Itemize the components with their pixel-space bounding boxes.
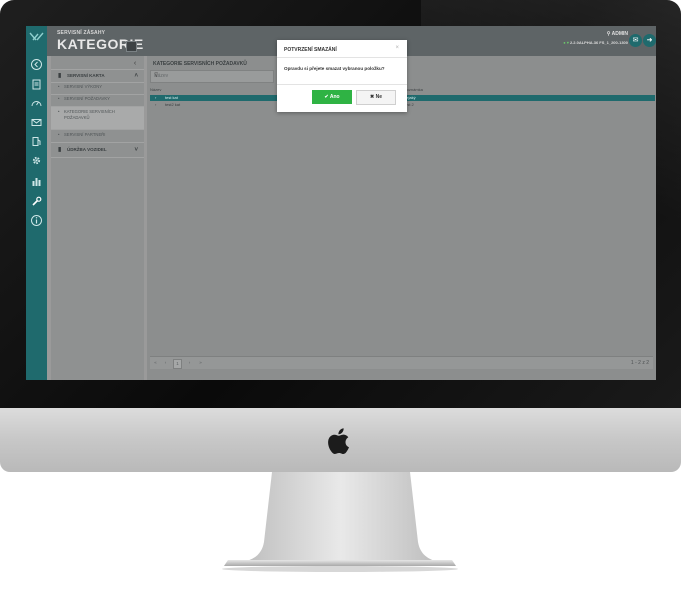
confirm-delete-dialog: POTVRZENÍ SMAZÁNÍ × Opravdu si přejete s… xyxy=(277,40,407,112)
page-icon xyxy=(126,41,137,52)
icon-rail xyxy=(26,26,47,380)
wrench-icon[interactable] xyxy=(30,195,43,208)
divider xyxy=(277,57,407,58)
sidebar-item-servisni-partneri[interactable]: • SERVISNÍ PARTNEŘI xyxy=(51,132,144,141)
row-marker: › xyxy=(155,95,157,100)
back-icon[interactable] xyxy=(30,58,43,71)
pager: « ‹ 1 › » 1 - 2 z 2 xyxy=(150,356,653,369)
divider xyxy=(277,84,407,85)
divider xyxy=(51,94,144,95)
apple-logo-icon xyxy=(328,428,349,455)
next-page-icon[interactable]: › xyxy=(186,359,193,367)
cell-name: test2 kat xyxy=(165,102,181,107)
document-icon[interactable] xyxy=(30,78,43,91)
user-name[interactable]: ⚲ ADMIN xyxy=(607,31,628,37)
name-filter-input[interactable]: Název ⊽ xyxy=(150,70,274,83)
info-icon[interactable] xyxy=(30,214,43,227)
sidebar-item-servisni-vykony[interactable]: • SERVISNÍ VÝKONY xyxy=(51,84,144,93)
column-header-name[interactable]: Název xyxy=(150,87,161,92)
filter-icon[interactable]: ⊽ xyxy=(154,72,270,79)
chevron-down-icon: ˅ xyxy=(134,147,138,153)
bullet: • xyxy=(58,96,60,101)
bullet: • xyxy=(58,109,60,114)
logout-icon[interactable]: ➜ xyxy=(643,34,656,47)
close-icon[interactable]: × xyxy=(395,45,399,51)
dialog-title: POTVRZENÍ SMAZÁNÍ xyxy=(284,47,337,53)
app-logo-icon[interactable] xyxy=(29,31,44,43)
confirm-no-button[interactable]: ✖ Ne xyxy=(356,90,396,105)
divider xyxy=(51,82,144,83)
bullet: • xyxy=(58,132,60,137)
prev-page-icon[interactable]: ‹ xyxy=(162,359,169,367)
sidebar-item-servisni-pozadavky[interactable]: • SERVISNÍ POŽADAVKY xyxy=(51,96,144,105)
panel-title: KATEGORIE SERVISNÍCH POŽADAVKŮ xyxy=(153,61,247,67)
chevron-up-icon: ˄ xyxy=(134,73,138,79)
mail-icon[interactable] xyxy=(30,116,43,129)
fuel-icon[interactable] xyxy=(30,135,43,148)
divider xyxy=(51,157,144,158)
cell-name: test kat xyxy=(165,95,178,100)
last-page-icon[interactable]: » xyxy=(197,359,204,367)
status-line: ● ▾ 2.2.0ALPHA.36 FS_1_200-1300 xyxy=(563,40,628,45)
sidebar-group-udrzba-vozidel[interactable]: ▮ ÚDRŽBA VOZIDEL ˅ xyxy=(51,144,144,156)
envelope-icon[interactable]: ✉ xyxy=(629,34,642,47)
connection-icon: ● ▾ xyxy=(563,40,570,45)
app-screen: SERVISNÍ ZÁSAHY KATEGORIE ⚲ ADMIN ● ▾ 2.… xyxy=(26,26,656,380)
sidebar-group-servisni-karta[interactable]: ▮ SERVISNÍ KARTA ˄ xyxy=(51,70,144,82)
first-page-icon[interactable]: « xyxy=(152,359,159,367)
gear-icon[interactable] xyxy=(30,154,43,167)
sidebar: ‹ ▮ SERVISNÍ KARTA ˄ • SERVISNÍ VÝKONY •… xyxy=(51,56,144,380)
bar-chart-icon: ▮ xyxy=(58,73,62,79)
bullet: • xyxy=(58,84,60,89)
dialog-message: Opravdu si přejete smazat vybranou polož… xyxy=(284,66,385,71)
pager-count: 1 - 2 z 2 xyxy=(630,360,649,366)
row-marker: › xyxy=(155,102,157,107)
monitor-stand xyxy=(222,472,458,572)
page-number-current[interactable]: 1 xyxy=(173,359,182,369)
confirm-yes-button[interactable]: ✔ Ano xyxy=(312,90,352,104)
divider xyxy=(51,142,144,143)
sidebar-item-kategorie[interactable]: • KATEGORIE SERVISNÍCH POŽADAVKŮ xyxy=(51,107,144,130)
bar-chart-icon: ▮ xyxy=(58,147,62,153)
speedometer-icon[interactable] xyxy=(30,97,43,110)
chart-icon[interactable] xyxy=(30,175,43,188)
divider xyxy=(51,129,144,130)
collapse-sidebar-icon[interactable]: ‹ xyxy=(129,59,141,68)
